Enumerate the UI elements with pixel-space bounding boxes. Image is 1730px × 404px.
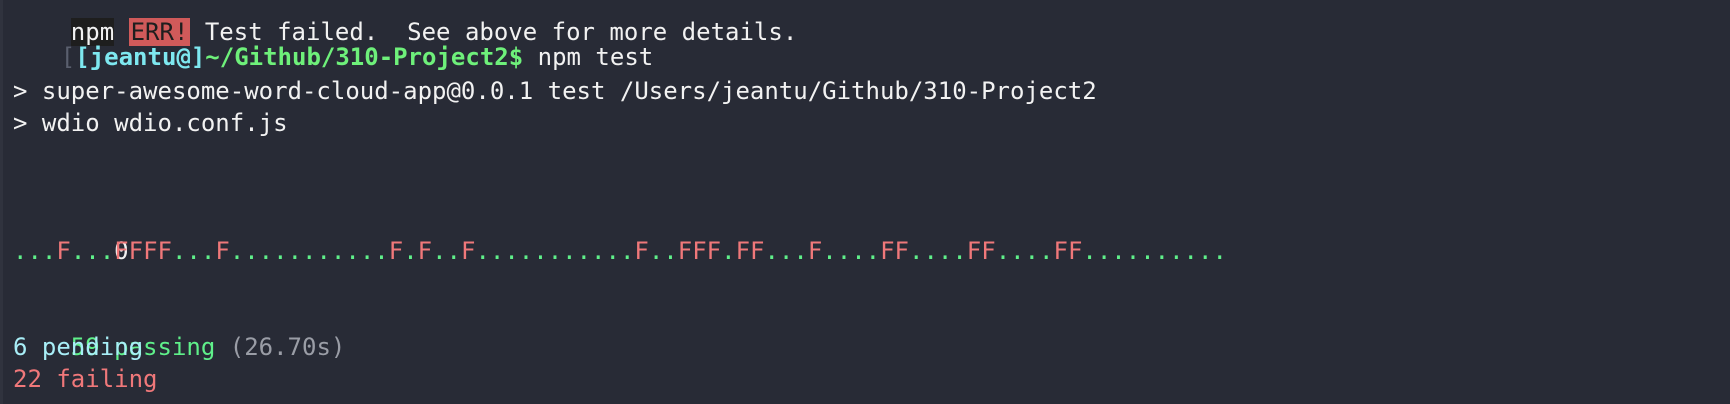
passed-test-marker: ...	[171, 237, 216, 265]
passed-test-marker: ....	[909, 237, 967, 265]
prompt-command: npm test	[523, 43, 654, 71]
prompt-path: ~/Github/310-Project2$	[205, 43, 524, 71]
progress-line-1: ...0	[13, 203, 129, 265]
failed-test-marker: F	[461, 237, 476, 265]
failed-test-marker: FFF	[677, 237, 722, 265]
failed-test-marker: F	[388, 237, 404, 265]
prompt-user: [jeantu@]	[75, 43, 206, 71]
summary-failing-line: 22 failing	[13, 365, 158, 393]
summary-passing-line: 59 passing (26.70s)	[13, 299, 346, 361]
script-command-line: > wdio wdio.conf.js	[13, 109, 288, 137]
passed-test-marker: ...........	[475, 237, 635, 265]
passed-test-marker: ...........	[229, 237, 389, 265]
passed-test-marker: ..	[648, 237, 678, 265]
passed-test-marker: ...	[70, 237, 115, 265]
passed-test-marker: ..	[432, 237, 461, 265]
passed-test-marker: ....	[995, 237, 1054, 265]
failed-test-marker: FF	[966, 237, 996, 265]
script-header-line: > super-awesome-word-cloud-app@0.0.1 tes…	[13, 77, 1097, 105]
prompt-open-bracket: [	[60, 43, 76, 71]
failed-test-marker: FFFF	[114, 237, 172, 265]
summary-pending-line: 6 pending	[13, 333, 144, 361]
failed-test-marker: F	[215, 237, 230, 265]
failed-test-marker: F	[807, 237, 823, 265]
failed-test-marker: FF	[735, 237, 765, 265]
shell-prompt-line: [[jeantu@]~/Github/310-Project2$ npm tes…	[3, 9, 653, 71]
test-duration: (26.70s)	[215, 333, 346, 361]
terminal-window[interactable]: npm ERR! Test failed. See above for more…	[0, 0, 1730, 404]
progress-line-2: ...F...FFFF...F...........F.F..F........…	[13, 235, 1227, 267]
failed-test-marker: FF	[1053, 237, 1083, 265]
failed-test-marker: F	[634, 237, 649, 265]
passed-test-marker: ..........	[1082, 237, 1227, 265]
passed-test-marker: .	[721, 237, 736, 265]
failed-test-marker: F	[56, 237, 71, 265]
passed-test-marker: ...	[764, 237, 808, 265]
passed-test-marker: ...	[13, 237, 57, 265]
passed-test-marker: .	[403, 237, 418, 265]
failed-test-marker: F	[417, 237, 433, 265]
failed-test-marker: FF	[880, 237, 909, 265]
passed-test-marker: ....	[822, 237, 881, 265]
